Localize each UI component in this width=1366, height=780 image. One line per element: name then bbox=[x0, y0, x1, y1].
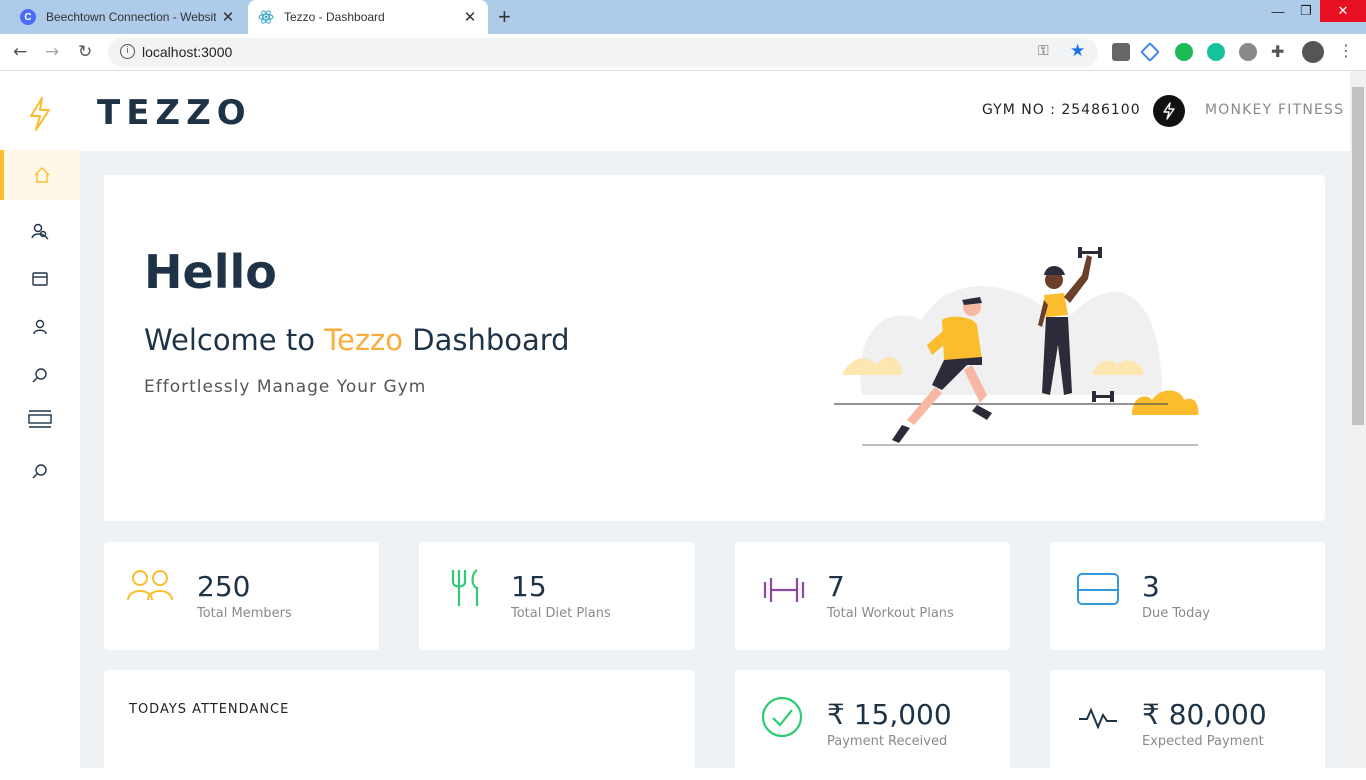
search-icon bbox=[32, 368, 47, 383]
tezzo-logo[interactable]: TEZZO bbox=[97, 93, 252, 133]
activity-icon bbox=[1079, 707, 1117, 730]
stat-value: 3 bbox=[1142, 570, 1160, 603]
stat-value: 250 bbox=[197, 570, 251, 603]
stat-value: ₹ 15,000 bbox=[827, 698, 952, 731]
list-icon bbox=[28, 410, 52, 428]
brand-logo[interactable] bbox=[1153, 95, 1185, 127]
welcome-accent: Tezzo bbox=[324, 323, 404, 357]
close-tab-icon[interactable]: ✕ bbox=[458, 8, 482, 26]
bolt-icon bbox=[1163, 102, 1175, 120]
react-favicon-icon bbox=[258, 9, 274, 25]
app-root: TEZZO GYM NO : 25486100 MONKEY FITNESS H… bbox=[0, 71, 1350, 780]
welcome-text: Welcome to Tezzo Dashboard bbox=[144, 323, 570, 357]
welcome-suffix: Dashboard bbox=[403, 323, 570, 357]
stat-card-diet-plans[interactable]: 15 Total Diet Plans bbox=[419, 542, 695, 650]
stat-value: ₹ 80,000 bbox=[1142, 698, 1267, 731]
user-icon bbox=[33, 319, 47, 335]
tab-beechtown[interactable]: C Beechtown Connection - Website ✕ bbox=[10, 0, 246, 34]
new-tab-button[interactable]: + bbox=[498, 5, 511, 29]
stat-card-due-today[interactable]: 3 Due Today bbox=[1050, 542, 1325, 650]
stat-card-workout-plans[interactable]: 7 Total Workout Plans bbox=[735, 542, 1010, 650]
extension-diamond-icon[interactable] bbox=[1140, 42, 1160, 62]
sidebar-item-members-search[interactable] bbox=[0, 207, 80, 255]
key-icon[interactable]: ⚿ bbox=[1038, 43, 1049, 59]
back-icon[interactable]: ← bbox=[13, 42, 27, 62]
sidebar-item-search[interactable] bbox=[0, 351, 80, 399]
fork-icon bbox=[451, 569, 479, 606]
sidebar-logo[interactable] bbox=[0, 85, 80, 143]
sidebar-item-home[interactable] bbox=[0, 150, 80, 200]
extension-eyedropper-icon[interactable] bbox=[1112, 43, 1130, 61]
extension-green-icon[interactable] bbox=[1175, 43, 1193, 61]
dumbbell-icon bbox=[763, 578, 805, 602]
sidebar bbox=[0, 71, 80, 768]
check-circle-icon bbox=[761, 696, 803, 738]
stat-label: Expected Payment bbox=[1142, 734, 1264, 749]
expected-payment-card[interactable]: ₹ 80,000 Expected Payment bbox=[1050, 670, 1325, 780]
profile-avatar[interactable] bbox=[1302, 41, 1324, 63]
gym-number: GYM NO : 25486100 bbox=[982, 102, 1141, 118]
stat-value: 15 bbox=[511, 570, 547, 603]
search-users-icon bbox=[31, 223, 49, 240]
extension-bolt-icon[interactable] bbox=[1239, 43, 1257, 61]
welcome-subtitle: Effortlessly Manage Your Gym bbox=[144, 377, 427, 397]
beechtown-favicon-icon: C bbox=[20, 9, 36, 25]
info-icon[interactable]: i bbox=[120, 44, 135, 59]
close-tab-icon[interactable]: ✕ bbox=[216, 8, 240, 26]
home-icon bbox=[34, 167, 50, 183]
sidebar-item-search-2[interactable] bbox=[0, 447, 80, 495]
browser-tab-strip: C Beechtown Connection - Website ✕ Tezzo… bbox=[0, 0, 1366, 34]
stat-value: 7 bbox=[827, 570, 845, 603]
top-header: TEZZO GYM NO : 25486100 MONKEY FITNESS bbox=[0, 71, 1350, 151]
restore-icon[interactable]: ❐ bbox=[1292, 0, 1320, 22]
stat-label: Total Members bbox=[197, 606, 292, 621]
minimize-icon[interactable]: — bbox=[1264, 0, 1292, 22]
forward-icon[interactable]: → bbox=[45, 42, 59, 62]
tab-title: Tezzo - Dashboard bbox=[284, 10, 385, 24]
brand-name: MONKEY FITNESS bbox=[1205, 102, 1345, 118]
tab-tezzo[interactable]: Tezzo - Dashboard ✕ bbox=[248, 0, 488, 34]
url-text: localhost:3000 bbox=[142, 44, 233, 60]
sidebar-item-payments[interactable] bbox=[0, 255, 80, 303]
stat-label: Total Workout Plans bbox=[827, 606, 954, 621]
card-icon bbox=[32, 272, 48, 286]
welcome-card: Hello Welcome to Tezzo Dashboard Effortl… bbox=[104, 175, 1325, 521]
stat-card-members[interactable]: 250 Total Members bbox=[104, 542, 379, 650]
members-icon bbox=[127, 570, 173, 601]
payment-received-card[interactable]: ₹ 15,000 Payment Received bbox=[735, 670, 1010, 780]
tab-title: Beechtown Connection - Website bbox=[46, 10, 216, 24]
close-window-icon[interactable]: ✕ bbox=[1320, 0, 1366, 22]
grammarly-icon[interactable] bbox=[1207, 43, 1225, 61]
attendance-card: TODAYS ATTENDANCE bbox=[104, 670, 695, 780]
attendance-title: TODAYS ATTENDANCE bbox=[129, 702, 290, 717]
welcome-prefix: Welcome to bbox=[144, 323, 325, 357]
search-icon bbox=[32, 464, 47, 479]
stat-label: Payment Received bbox=[827, 734, 948, 749]
extensions-puzzle-icon[interactable]: ✚ bbox=[1271, 42, 1284, 61]
stat-label: Total Diet Plans bbox=[511, 606, 611, 621]
bolt-icon bbox=[30, 97, 50, 131]
stat-label: Due Today bbox=[1142, 606, 1210, 621]
page-scrollbar[interactable] bbox=[1350, 71, 1366, 768]
bookmark-star-icon[interactable]: ★ bbox=[1070, 41, 1085, 61]
greeting-heading: Hello bbox=[144, 245, 277, 299]
sidebar-item-list[interactable] bbox=[0, 395, 80, 443]
fitness-illustration bbox=[834, 247, 1199, 446]
browser-toolbar: ← → ↻ i localhost:3000 ⚿ ★ ✚ ⋮ bbox=[0, 34, 1366, 71]
sidebar-item-profile[interactable] bbox=[0, 303, 80, 351]
address-bar[interactable]: i localhost:3000 ⚿ ★ bbox=[108, 38, 1098, 67]
scrollbar-thumb[interactable] bbox=[1352, 87, 1364, 425]
reload-icon[interactable]: ↻ bbox=[78, 42, 92, 62]
window-controls: — ❐ ✕ bbox=[1264, 0, 1366, 34]
card-icon bbox=[1077, 573, 1119, 605]
browser-menu-icon[interactable]: ⋮ bbox=[1338, 41, 1354, 60]
